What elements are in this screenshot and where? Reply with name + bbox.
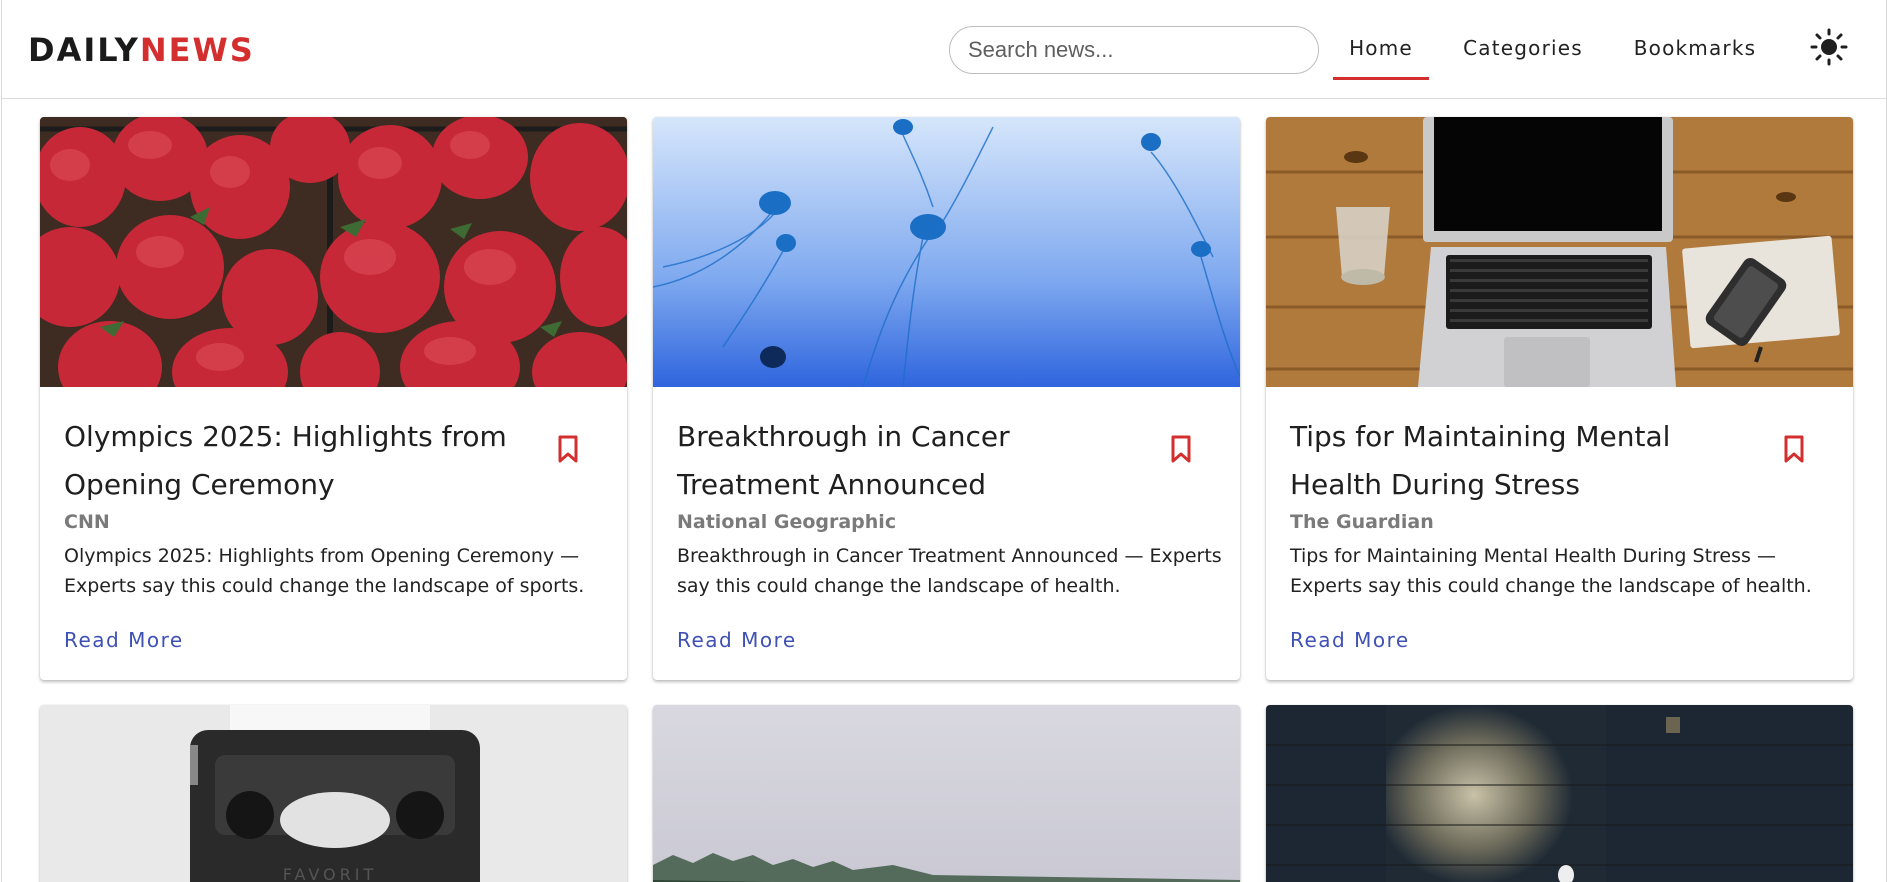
card-image-brick-wall[interactable] xyxy=(1266,705,1853,882)
bookmark-button[interactable] xyxy=(1167,433,1195,465)
card-title[interactable]: Tips for Maintaining Mental Health Durin… xyxy=(1290,413,1750,509)
nav-categories[interactable]: Categories xyxy=(1458,0,1588,80)
news-card: FAVORIT xyxy=(40,705,627,882)
news-card: Tips for Maintaining Mental Health Durin… xyxy=(1266,117,1853,680)
read-more-link[interactable]: Read More xyxy=(1290,628,1410,652)
bookmark-icon xyxy=(558,435,578,463)
card-source: The Guardian xyxy=(1290,511,1434,533)
bookmark-button[interactable] xyxy=(1780,433,1808,465)
card-image-misty-forest[interactable] xyxy=(653,705,1240,882)
card-source: National Geographic xyxy=(677,511,897,533)
card-title[interactable]: Breakthrough in Cancer Treatment Announc… xyxy=(677,413,1137,509)
bookmark-icon xyxy=(1784,435,1804,463)
bookmark-button[interactable] xyxy=(554,433,582,465)
card-image-strawberries[interactable] xyxy=(40,117,627,387)
card-source: CNN xyxy=(64,511,110,533)
nav-bookmarks[interactable]: Bookmarks xyxy=(1624,0,1766,80)
card-image-typewriter[interactable]: FAVORIT xyxy=(40,705,627,882)
card-description: Olympics 2025: Highlights from Opening C… xyxy=(64,545,585,597)
card-image-laptop-desk[interactable] xyxy=(1266,117,1853,387)
sun-icon xyxy=(1810,28,1848,66)
read-more-link[interactable]: Read More xyxy=(64,628,184,652)
news-card xyxy=(1266,705,1853,882)
site-logo[interactable]: DAILYNEWS xyxy=(28,30,255,70)
theme-toggle-button[interactable] xyxy=(1810,28,1848,66)
search-input[interactable] xyxy=(949,26,1319,74)
top-bar: DAILYNEWS Home Categories Bookmarks xyxy=(2,0,1886,99)
card-description: Tips for Maintaining Mental Health Durin… xyxy=(1290,545,1812,597)
card-image-jellyfish[interactable] xyxy=(653,117,1240,387)
read-more-link[interactable]: Read More xyxy=(677,628,797,652)
news-card: Breakthrough in Cancer Treatment Announc… xyxy=(653,117,1240,680)
nav-home[interactable]: Home xyxy=(1333,0,1429,80)
news-card: Olympics 2025: Highlights from Opening C… xyxy=(40,117,627,680)
news-card xyxy=(653,705,1240,882)
card-title[interactable]: Olympics 2025: Highlights from Opening C… xyxy=(64,413,524,509)
card-description: Breakthrough in Cancer Treatment Announc… xyxy=(677,545,1222,597)
bookmark-icon xyxy=(1171,435,1191,463)
app-frame: DAILYNEWS Home Categories Bookmarks xyxy=(1,0,1887,882)
svg-text:FAVORIT: FAVORIT xyxy=(283,865,378,882)
